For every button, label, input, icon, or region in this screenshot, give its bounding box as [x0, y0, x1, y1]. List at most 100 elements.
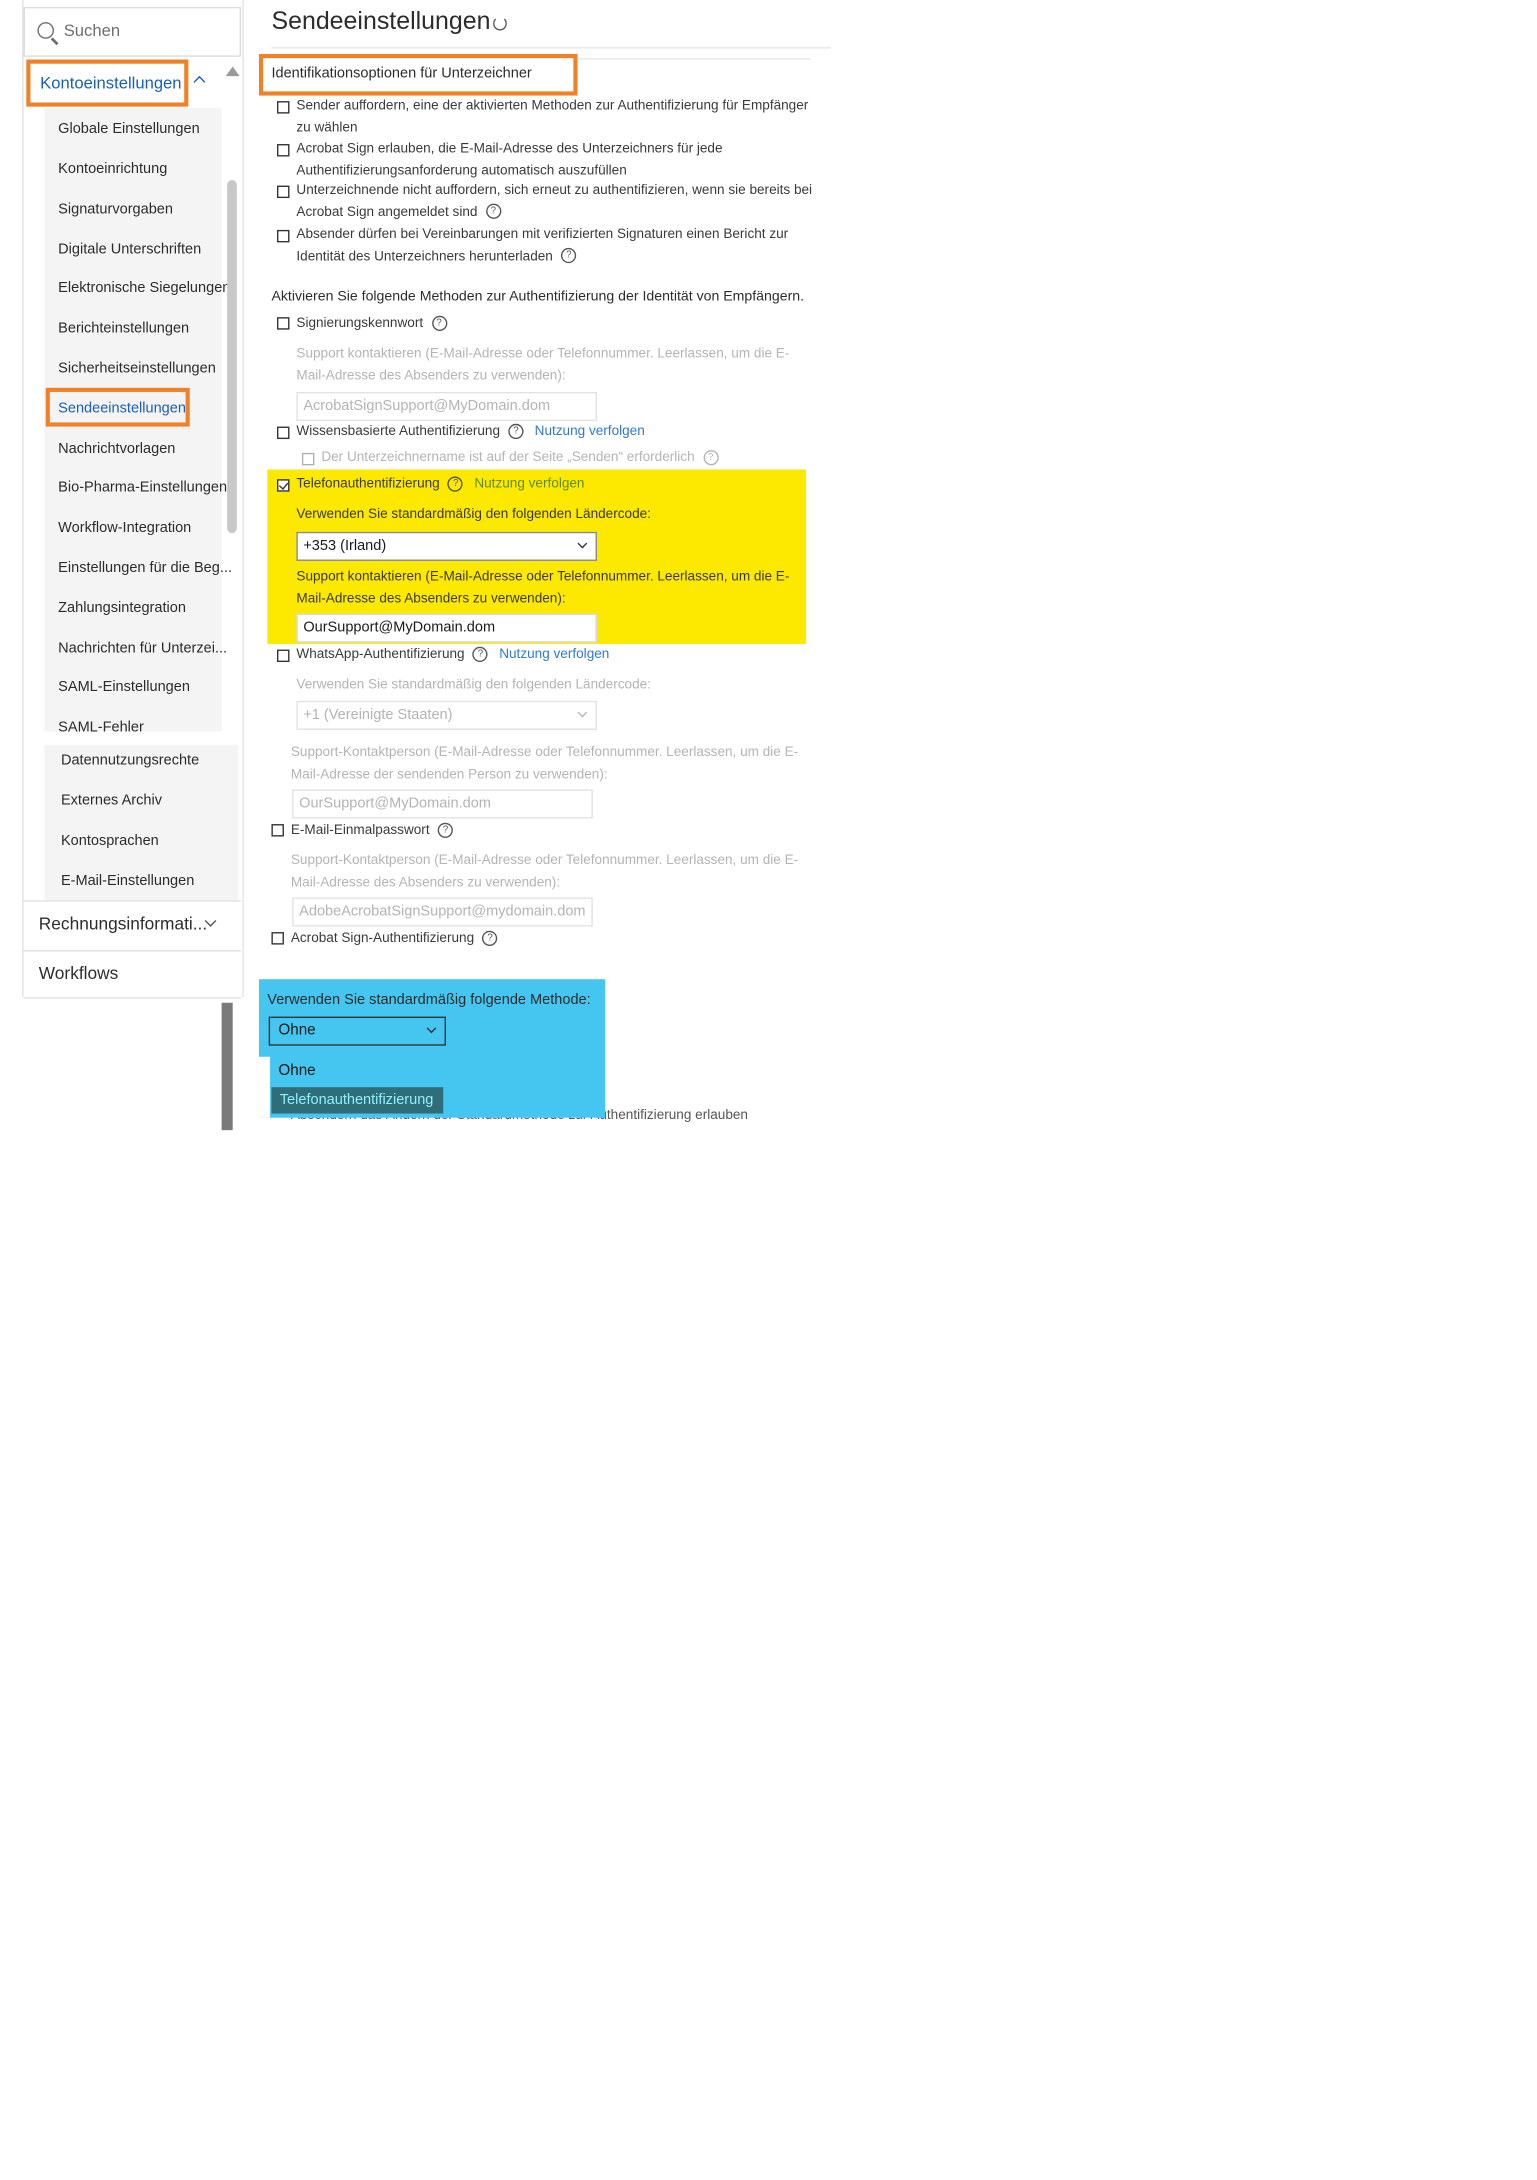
option-autofill-email: Acrobat Sign erlauben, die E-Mail-Adress…: [296, 141, 723, 178]
default-method-option-phone[interactable]: Telefonauthentifizierung: [271, 1087, 444, 1114]
page-title: Sendeeinstellungen: [271, 6, 491, 35]
checkbox-email-otp[interactable]: [271, 824, 284, 837]
phone-country-select[interactable]: +353 (Irland): [296, 531, 597, 561]
help-icon[interactable]: ?: [472, 646, 489, 662]
chevron-down-icon: [577, 707, 588, 718]
sidebar-item-globale-einstellungen[interactable]: Globale Einstellungen: [58, 120, 199, 137]
sidebar-item-zahlungsintegration[interactable]: Zahlungsintegration: [58, 600, 186, 617]
checkbox-kba-name-required[interactable]: [301, 452, 315, 466]
sidebar-item-nachrichten-unterzeichner[interactable]: Nachrichten für Unterzei...: [58, 640, 227, 657]
sidebar-section-kontoeinstellungen[interactable]: Kontoeinstellungen: [40, 73, 181, 92]
chevron-down-icon: [426, 1023, 437, 1034]
sidebar-item-nachrichtvorlagen[interactable]: Nachrichtvorlagen: [58, 440, 175, 457]
highlight-sendeeinstellungen: [45, 387, 190, 427]
phone-country-label: Verwenden Sie standardmäßig den folgende…: [296, 506, 651, 523]
kba-name-required-label: Der Unterzeichnername ist auf der Seite …: [321, 450, 695, 466]
whatsapp-country-label: Verwenden Sie standardmäßig den folgende…: [296, 677, 651, 693]
sidebar-item-kontosprachen[interactable]: Kontosprachen: [61, 832, 159, 849]
phone-country-value: +353 (Irland): [303, 537, 387, 554]
refresh-icon[interactable]: [493, 16, 507, 31]
option-email-otp: E-Mail-Einmalpasswort?: [291, 820, 812, 841]
phone-support-input[interactable]: OurSupport@MyDomain.dom: [296, 613, 597, 643]
default-method-option-ohne[interactable]: Ohne: [278, 1062, 315, 1079]
divider: [577, 58, 811, 60]
checkbox-kba[interactable]: [277, 426, 290, 440]
highlight-notch: [258, 1056, 271, 1118]
phone-usage-link[interactable]: Nutzung verfolgen: [474, 476, 584, 491]
help-icon[interactable]: ?: [448, 476, 464, 492]
sidebar-item-kontoeinrichtung[interactable]: Kontoeinrichtung: [58, 161, 167, 178]
default-method-value: Ohne: [278, 1022, 316, 1039]
option-signing-password: Signierungskennwort?: [296, 313, 817, 334]
sidebar-scrollbar-thumb[interactable]: [227, 180, 237, 534]
phone-support-label: Support kontaktieren (E-Mail-Adresse ode…: [296, 569, 790, 606]
sidebar-section-workflows[interactable]: Workflows: [39, 964, 119, 983]
search-icon: [37, 22, 55, 39]
help-icon[interactable]: ?: [508, 423, 524, 439]
kba-label: Wissensbasierte Authentifizierung: [296, 423, 501, 440]
default-method-label: Verwenden Sie standardmäßig folgende Met…: [267, 991, 591, 1009]
checkbox-sender-choose-method[interactable]: [277, 101, 290, 114]
sidebar-item-bio-pharma[interactable]: Bio-Pharma-Einstellungen: [58, 479, 227, 496]
sidebar-item-workflow-integration[interactable]: Workflow-Integration: [58, 519, 191, 536]
scrollbar-thumb-lower[interactable]: [221, 1002, 233, 1131]
help-icon[interactable]: ?: [561, 248, 577, 264]
sidebar-item-berichteinstellungen[interactable]: Berichteinstellungen: [58, 320, 189, 337]
signing-password-support-label: Support kontaktieren (E-Mail-Adresse ode…: [296, 346, 790, 383]
sidebar-item-einstellungen-beg[interactable]: Einstellungen für die Beg...: [58, 560, 232, 577]
sidebar-item-externes-archiv[interactable]: Externes Archiv: [61, 792, 162, 809]
kba-usage-link[interactable]: Nutzung verfolgen: [535, 424, 645, 439]
sidebar-item-elektronische-siegelungen[interactable]: Elektronische Siegelungen: [58, 280, 230, 297]
help-icon[interactable]: ?: [482, 930, 498, 946]
checkbox-signing-password[interactable]: [277, 317, 290, 330]
divider: [23, 997, 241, 999]
whatsapp-auth-label: WhatsApp-Authentifizierung: [296, 646, 465, 663]
help-icon[interactable]: ?: [702, 449, 719, 466]
help-icon[interactable]: ?: [485, 204, 501, 220]
option-identity-report-text: Absender dürfen bei Vereinbarungen mit v…: [296, 227, 789, 264]
option-sender-choose-method: Sender auffordern, eine der aktivierten …: [296, 98, 809, 136]
signing-password-label: Signierungskennwort: [296, 315, 424, 332]
whatsapp-support-input[interactable]: OurSupport@MyDomain.dom: [292, 789, 593, 819]
whatsapp-country-select[interactable]: +1 (Vereinigte Staaten): [296, 700, 597, 730]
checkbox-phone-auth[interactable]: [277, 479, 290, 492]
identification-heading: Identifikationsoptionen für Unterzeichne…: [271, 65, 532, 82]
option-identity-report: Absender dürfen bei Vereinbarungen mit v…: [296, 224, 817, 267]
page: Kontoeinstellungen Globale Einstellungen…: [0, 0, 1537, 2180]
sidebar-item-datennutzungsrechte[interactable]: Datennutzungsrechte: [61, 752, 199, 769]
checkbox-whatsapp-auth[interactable]: [277, 649, 290, 663]
help-icon[interactable]: ?: [437, 822, 454, 838]
divider: [271, 47, 832, 49]
sidebar-item-signaturvorgaben[interactable]: Signaturvorgaben: [58, 201, 173, 218]
help-icon[interactable]: ?: [431, 315, 447, 331]
email-otp-label: E-Mail-Einmalpasswort: [290, 822, 430, 838]
acrobat-auth-label: Acrobat Sign-Authentifizierung: [290, 930, 475, 946]
option-kba-name-required: Der Unterzeichnername ist auf der Seite …: [321, 447, 842, 468]
checkbox-no-reauth[interactable]: [277, 185, 290, 199]
chevron-down-icon: [577, 538, 588, 549]
option-whatsapp-auth: WhatsApp-Authentifizierung? Nutzung verfo…: [296, 644, 817, 665]
checkbox-acrobat-auth[interactable]: [271, 932, 284, 945]
checkbox-identity-report[interactable]: [277, 229, 290, 243]
email-otp-support-input[interactable]: AdobeAcrobatSignSupport@mydomain.dom: [292, 897, 593, 927]
email-otp-support-label: Support-Kontaktperson (E-Mail-Adresse od…: [290, 853, 799, 890]
whatsapp-support-label: Support-Kontaktperson (E-Mail-Adresse od…: [290, 745, 799, 782]
default-method-select[interactable]: Ohne: [268, 1016, 446, 1046]
sidebar-item-saml-einstellungen[interactable]: SAML-Einstellungen: [58, 679, 190, 696]
option-kba: Wissensbasierte Authentifizierung? Nutzun…: [296, 421, 817, 442]
checkbox-autofill-email[interactable]: [277, 144, 290, 157]
scroll-up-arrow-icon[interactable]: [225, 66, 240, 77]
option-acrobat-auth: Acrobat Sign-Authentifizierung?: [291, 928, 812, 949]
whatsapp-usage-link[interactable]: Nutzung verfolgen: [499, 647, 609, 662]
sidebar-item-sicherheitseinstellungen[interactable]: Sicherheitseinstellungen: [58, 360, 216, 377]
option-no-reauth: Unterzeichnende nicht auffordern, sich e…: [296, 180, 817, 223]
signing-password-support-input[interactable]: AcrobatSignSupport@MyDomain.dom: [296, 391, 597, 422]
search-input[interactable]: [63, 20, 230, 41]
sidebar-item-email-einstellungen[interactable]: E-Mail-Einstellungen: [61, 873, 194, 890]
phone-auth-label: Telefonauthentifizierung: [296, 476, 440, 492]
sidebar-item-digitale-unterschriften[interactable]: Digitale Unterschriften: [58, 241, 201, 258]
option-no-reauth-text: Unterzeichnende nicht auffordern, sich e…: [296, 182, 813, 220]
search-box[interactable]: [23, 6, 241, 57]
whatsapp-country-value: +1 (Vereinigte Staaten): [303, 706, 453, 723]
sidebar-item-saml-fehler[interactable]: SAML-Fehler: [58, 719, 144, 736]
